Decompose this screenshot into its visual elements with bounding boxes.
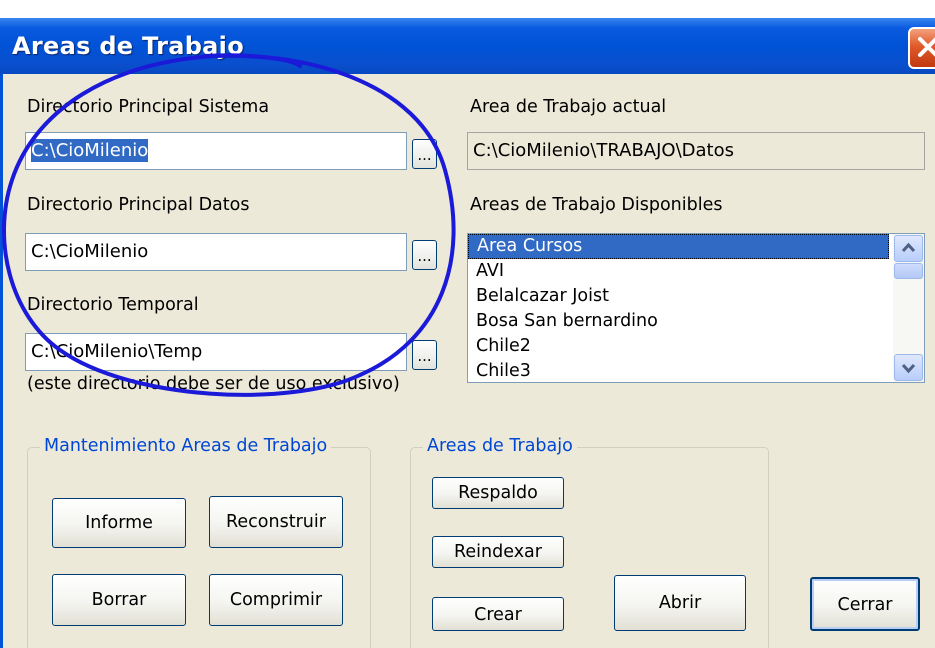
list-item[interactable]: Area Cursos bbox=[468, 234, 889, 259]
list-scrollbar[interactable] bbox=[893, 234, 924, 382]
current-area-label: Area de Trabajo actual bbox=[470, 97, 667, 117]
chevron-up-icon bbox=[901, 242, 916, 253]
current-area-value: C:\CioMilenio\TRABAJO\Datos bbox=[473, 140, 734, 161]
sistema-input[interactable]: C:\CioMilenio bbox=[25, 132, 407, 170]
datos-label: Directorio Principal Datos bbox=[27, 195, 250, 215]
datos-input[interactable]: C:\CioMilenio bbox=[25, 233, 407, 271]
comprimir-label: Comprimir bbox=[229, 590, 323, 610]
respaldo-button[interactable]: Respaldo bbox=[432, 477, 564, 509]
window-title: Areas de Trabajo bbox=[12, 32, 244, 60]
scroll-thumb[interactable] bbox=[894, 263, 923, 279]
scroll-down-button[interactable] bbox=[894, 354, 923, 381]
sistema-value: C:\CioMilenio bbox=[31, 139, 149, 162]
top-margin bbox=[0, 0, 935, 18]
chevron-down-icon bbox=[901, 363, 916, 374]
reindexar-button[interactable]: Reindexar bbox=[432, 536, 564, 568]
datos-browse-button[interactable]: ... bbox=[412, 240, 437, 270]
informe-button[interactable]: Informe bbox=[52, 498, 186, 548]
temporal-note: (este directorio debe ser de uso exclusi… bbox=[27, 374, 400, 394]
close-button[interactable] bbox=[908, 27, 935, 69]
list-item[interactable]: AVI bbox=[468, 259, 924, 284]
respaldo-label: Respaldo bbox=[458, 483, 538, 503]
list-item[interactable]: Chile2 bbox=[468, 334, 924, 359]
sistema-browse-button[interactable]: ... bbox=[412, 139, 437, 169]
current-area-field: C:\CioMilenio\TRABAJO\Datos bbox=[467, 132, 925, 170]
abrir-label: Abrir bbox=[658, 593, 702, 613]
datos-value: C:\CioMilenio bbox=[31, 241, 149, 262]
temporal-input[interactable]: C:\CioMilenio\Temp bbox=[25, 333, 407, 371]
list-item[interactable]: Chile3 bbox=[468, 359, 924, 382]
scroll-up-button[interactable] bbox=[894, 235, 923, 262]
abrir-button[interactable]: Abrir bbox=[614, 575, 746, 631]
reindexar-label: Reindexar bbox=[454, 542, 542, 562]
maintenance-group-title: Mantenimiento Areas de Trabajo bbox=[40, 436, 332, 456]
available-areas-label: Areas de Trabajo Disponibles bbox=[470, 195, 723, 215]
crear-button[interactable]: Crear bbox=[432, 597, 564, 631]
close-icon bbox=[918, 37, 935, 57]
borrar-label: Borrar bbox=[91, 590, 147, 610]
borrar-button[interactable]: Borrar bbox=[52, 574, 186, 626]
temporal-label: Directorio Temporal bbox=[27, 295, 199, 315]
comprimir-button[interactable]: Comprimir bbox=[209, 574, 343, 626]
informe-label: Informe bbox=[85, 513, 153, 533]
sistema-label: Directorio Principal Sistema bbox=[27, 97, 270, 117]
areas-group-title: Areas de Trabajo bbox=[423, 436, 577, 456]
temporal-value: C:\CioMilenio\Temp bbox=[31, 341, 203, 362]
list-item[interactable]: Bosa San bernardino bbox=[468, 309, 924, 334]
areas-de-trabajo-dialog: Areas de Trabajo Directorio Principal Si… bbox=[0, 0, 935, 648]
list-item[interactable]: Belalcazar Joist bbox=[468, 284, 924, 309]
temporal-browse-button[interactable]: ... bbox=[412, 340, 437, 370]
available-areas-list[interactable]: Area Cursos AVI Belalcazar Joist Bosa Sa… bbox=[467, 233, 925, 383]
window-border bbox=[0, 74, 3, 648]
cerrar-button[interactable]: Cerrar bbox=[810, 577, 920, 631]
cerrar-label: Cerrar bbox=[837, 595, 893, 615]
reconstruir-button[interactable]: Reconstruir bbox=[209, 496, 343, 548]
crear-label: Crear bbox=[474, 605, 522, 625]
reconstruir-label: Reconstruir bbox=[226, 512, 326, 532]
